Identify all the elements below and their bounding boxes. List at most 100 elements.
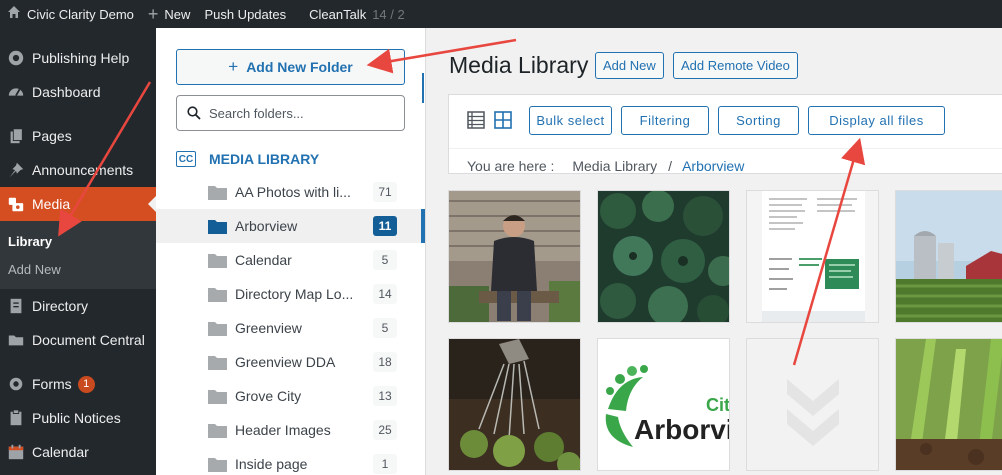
page-title: Media Library xyxy=(449,52,589,78)
folder-icon xyxy=(208,253,227,268)
cleantalk-link[interactable]: CleanTalk 14 / 2 xyxy=(302,0,412,28)
menu-announcements[interactable]: Announcements xyxy=(0,153,156,187)
media-thumbnail-forest-aerial[interactable] xyxy=(597,190,730,323)
site-name-link[interactable]: Civic Clarity Demo xyxy=(0,0,141,28)
menu-pages[interactable]: Pages xyxy=(0,119,156,153)
logo-text-city: City xyxy=(706,395,730,415)
directory-icon xyxy=(6,296,26,316)
folder-icon xyxy=(208,389,227,404)
admin-sidebar: Publishing Help Dashboard Pages Announce… xyxy=(0,28,156,475)
media-thumbnail-arborview-logo[interactable]: City Arborvie xyxy=(597,338,730,471)
folder-row[interactable]: Greenview 5 xyxy=(156,311,425,345)
menu-media[interactable]: Media xyxy=(0,187,156,221)
add-new-folder-label: Add New Folder xyxy=(246,59,353,75)
menu-label: Publishing Help xyxy=(32,50,130,66)
folder-name: Header Images xyxy=(235,422,331,438)
folder-name: Calendar xyxy=(235,252,292,268)
library-logo-icon: CC xyxy=(176,151,196,167)
folder-count: 1 xyxy=(373,454,397,474)
folder-count: 14 xyxy=(373,284,397,304)
breadcrumb-root[interactable]: Media Library xyxy=(572,158,657,174)
folder-row[interactable]: Inside page 1 xyxy=(156,447,425,475)
media-thumbnail-man-sitting[interactable] xyxy=(448,190,581,323)
folder-name: AA Photos with li... xyxy=(235,184,351,200)
cleantalk-count: 14 / 2 xyxy=(372,6,405,22)
menu-public-notices[interactable]: Public Notices xyxy=(0,401,156,435)
folder-icon xyxy=(208,321,227,336)
plus-icon: + xyxy=(147,3,159,24)
cleantalk-label: CleanTalk xyxy=(309,6,367,22)
media-thumbnail-farm-silo[interactable] xyxy=(895,190,1002,323)
dashboard-icon xyxy=(6,82,26,102)
folder-name: Greenview DDA xyxy=(235,354,336,370)
folder-search xyxy=(176,95,405,131)
folder-name: Arborview xyxy=(235,218,298,234)
menu-label: Announcements xyxy=(32,162,134,178)
media-thumbnail-watering[interactable] xyxy=(448,338,581,471)
menu-label: Calendar xyxy=(32,444,89,460)
folder-row[interactable]: Header Images 25 xyxy=(156,413,425,447)
menu-publishing-help[interactable]: Publishing Help xyxy=(0,41,156,75)
menu-directory[interactable]: Directory xyxy=(0,289,156,323)
toolbar-divider xyxy=(449,148,1002,149)
folder-list: AA Photos with li... 71 Arborview 11 Cal… xyxy=(156,175,425,475)
admin-bar: Civic Clarity Demo + New Push Updates Cl… xyxy=(0,0,1002,28)
grid-view-icon[interactable] xyxy=(494,111,512,129)
folder-count: 5 xyxy=(373,318,397,338)
menu-label: Document Central xyxy=(32,332,145,348)
folder-icon xyxy=(6,330,26,350)
calendar-icon xyxy=(6,442,26,462)
media-thumbnail-document[interactable] xyxy=(746,190,879,323)
push-updates-label: Push Updates xyxy=(204,6,287,22)
folder-row[interactable]: AA Photos with li... 71 xyxy=(156,175,425,209)
pin-icon xyxy=(6,160,26,180)
menu-label: Media xyxy=(32,196,71,212)
forms-badge: 1 xyxy=(77,375,95,393)
breadcrumb-current[interactable]: Arborview xyxy=(682,158,744,174)
submenu-library[interactable]: Library xyxy=(0,227,156,255)
folder-row[interactable]: Directory Map Lo... 14 xyxy=(156,277,425,311)
search-folders-input[interactable] xyxy=(209,105,389,121)
add-new-button[interactable]: Add New xyxy=(595,52,664,79)
folder-count: 13 xyxy=(373,386,397,406)
menu-label: Forms xyxy=(32,376,72,392)
folder-row[interactable]: Calendar 5 xyxy=(156,243,425,277)
folder-count: 18 xyxy=(373,352,397,372)
sorting-button[interactable]: Sorting xyxy=(718,106,799,135)
menu-document-central[interactable]: Document Central xyxy=(0,323,156,357)
new-content-link[interactable]: + New xyxy=(141,0,198,28)
media-thumbnail-placeholder[interactable] xyxy=(746,338,879,471)
notices-icon xyxy=(6,408,26,428)
breadcrumb-prefix: You are here : xyxy=(467,158,555,174)
display-all-files-button[interactable]: Display all files xyxy=(808,106,945,135)
add-new-folder-button[interactable]: + Add New Folder xyxy=(176,49,405,85)
submenu-add-new[interactable]: Add New xyxy=(0,255,156,283)
menu-label: Public Notices xyxy=(32,410,121,426)
filtering-button[interactable]: Filtering xyxy=(621,106,709,135)
folder-icon xyxy=(208,219,227,234)
menu-dashboard[interactable]: Dashboard xyxy=(0,75,156,109)
folder-panel: + Add New Folder CC MEDIA LIBRARY AA Pho… xyxy=(156,28,426,475)
list-view-icon[interactable] xyxy=(467,111,485,129)
folder-name: Inside page xyxy=(235,456,308,472)
bulk-select-button[interactable]: Bulk select xyxy=(529,106,612,135)
folder-count: 5 xyxy=(373,250,397,270)
folder-row[interactable]: Grove City 13 xyxy=(156,379,425,413)
media-icon xyxy=(6,194,26,214)
folder-icon xyxy=(208,185,227,200)
breadcrumb-separator: / xyxy=(668,158,672,174)
media-thumbnail-sprouts[interactable] xyxy=(895,338,1002,471)
folder-count: 25 xyxy=(373,420,397,440)
push-updates-link[interactable]: Push Updates xyxy=(197,0,293,28)
folder-row-selected[interactable]: Arborview 11 xyxy=(156,209,425,243)
media-library-root[interactable]: CC MEDIA LIBRARY xyxy=(176,148,319,170)
media-library-root-label: MEDIA LIBRARY xyxy=(209,151,320,167)
menu-calendar[interactable]: Calendar xyxy=(0,435,156,469)
add-remote-video-button[interactable]: Add Remote Video xyxy=(673,52,798,79)
menu-forms[interactable]: Forms 1 xyxy=(0,367,156,401)
menu-label: Pages xyxy=(32,128,72,144)
folder-icon xyxy=(208,423,227,438)
forms-icon xyxy=(6,374,26,394)
folder-name: Grove City xyxy=(235,388,302,404)
folder-row[interactable]: Greenview DDA 18 xyxy=(156,345,425,379)
